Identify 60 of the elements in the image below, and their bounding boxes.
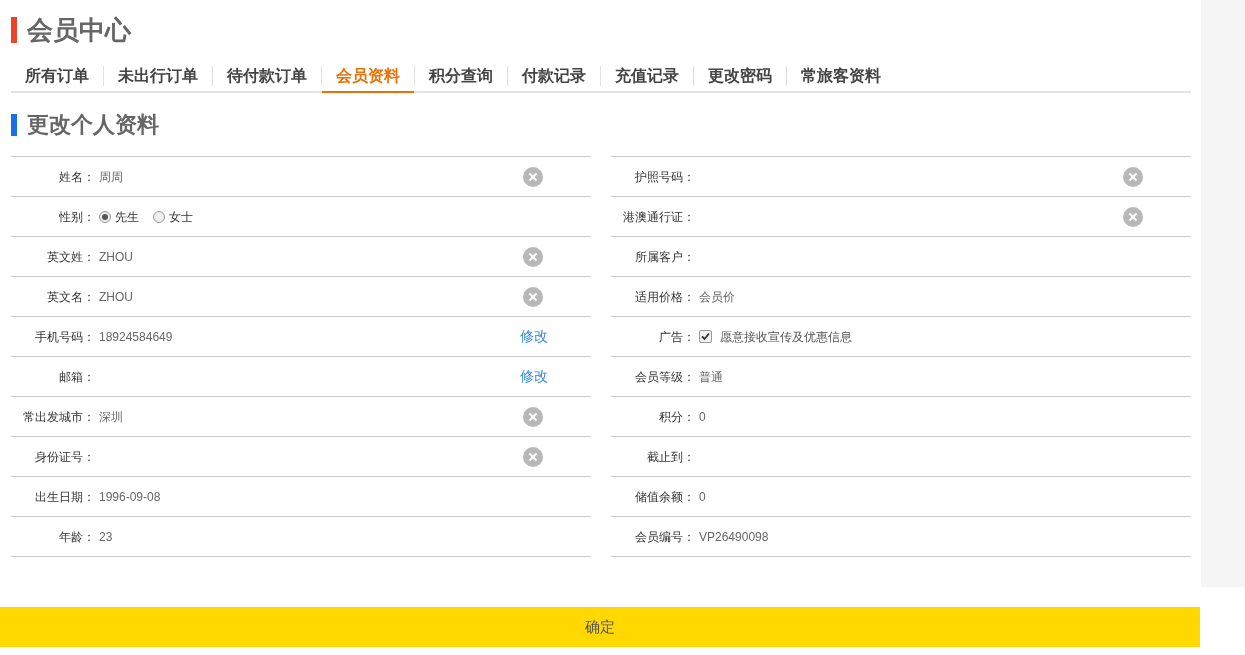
- clear-icon[interactable]: [1123, 206, 1143, 227]
- title-accent-bar: [11, 17, 17, 43]
- tab[interactable]: 更改密码: [694, 59, 786, 92]
- section-accent-bar: [11, 113, 17, 136]
- field-label: 护照号码：: [634, 168, 695, 186]
- tab[interactable]: 充值记录: [601, 59, 693, 92]
- field-label: 常出发城市：: [22, 408, 95, 426]
- checkbox-label: 愿意接收宣传及优惠信息: [720, 328, 852, 346]
- field-value: VP26490098: [699, 528, 769, 546]
- field-label: 截止到：: [646, 448, 695, 466]
- field-value: 23: [99, 528, 113, 546]
- field-label: 姓名：: [58, 168, 95, 186]
- field-label: 会员等级：: [634, 368, 695, 386]
- page-title: 会员中心: [27, 13, 131, 47]
- field-label: 英文姓：: [46, 248, 95, 266]
- field-label: 所属客户：: [634, 248, 695, 266]
- clear-icon[interactable]: [523, 406, 543, 427]
- field-value: ZHOU: [99, 288, 133, 306]
- field-value: 深圳: [99, 408, 123, 426]
- tab[interactable]: 待付款订单: [213, 59, 321, 92]
- field-value: 周周: [99, 168, 123, 186]
- field-value: 1996-09-08: [99, 488, 161, 506]
- field-label: 会员编号：: [634, 528, 695, 546]
- field-value: ZHOU: [99, 248, 133, 266]
- field-label: 邮箱：: [58, 368, 95, 386]
- field-label: 出生日期：: [34, 488, 95, 506]
- field-label: 英文名：: [46, 288, 95, 306]
- field-label: 储值余额：: [634, 488, 695, 506]
- tab[interactable]: 未出行订单: [104, 59, 212, 92]
- confirm-button[interactable]: 确定: [0, 607, 1200, 647]
- tab[interactable]: 付款记录: [508, 59, 600, 92]
- clear-icon[interactable]: [523, 166, 543, 187]
- tab[interactable]: 所有订单: [11, 59, 103, 92]
- field-label: 港澳通行证：: [622, 208, 695, 226]
- radio-label: 先生: [115, 208, 139, 226]
- checkbox[interactable]: [699, 330, 712, 343]
- radio-button[interactable]: [153, 210, 165, 223]
- field-label: 手机号码：: [34, 328, 95, 346]
- clear-icon[interactable]: [1123, 166, 1143, 187]
- field-value: 0: [699, 488, 706, 506]
- field-label: 性别：: [58, 208, 95, 226]
- clear-icon[interactable]: [523, 246, 543, 267]
- radio-button[interactable]: [99, 210, 111, 223]
- field-value: 0: [699, 408, 706, 426]
- clear-icon[interactable]: [523, 446, 543, 467]
- field-value: 普通: [699, 368, 723, 386]
- field-label: 年龄：: [58, 528, 95, 546]
- field-value: 18924584649: [99, 328, 173, 346]
- clear-icon[interactable]: [523, 286, 543, 307]
- radio-label: 女士: [169, 208, 193, 226]
- edit-link[interactable]: 修改: [520, 326, 548, 347]
- field-label: 积分：: [658, 408, 695, 426]
- field-value: 会员价: [699, 288, 735, 306]
- tab[interactable]: 积分查询: [415, 59, 507, 92]
- section-title: 更改个人资料: [27, 111, 159, 139]
- tab[interactable]: 常旅客资料: [787, 59, 895, 92]
- field-label: 身份证号：: [34, 448, 95, 466]
- edit-link[interactable]: 修改: [520, 366, 548, 387]
- field-label: 广告：: [658, 328, 695, 346]
- field-label: 适用价格：: [634, 288, 695, 306]
